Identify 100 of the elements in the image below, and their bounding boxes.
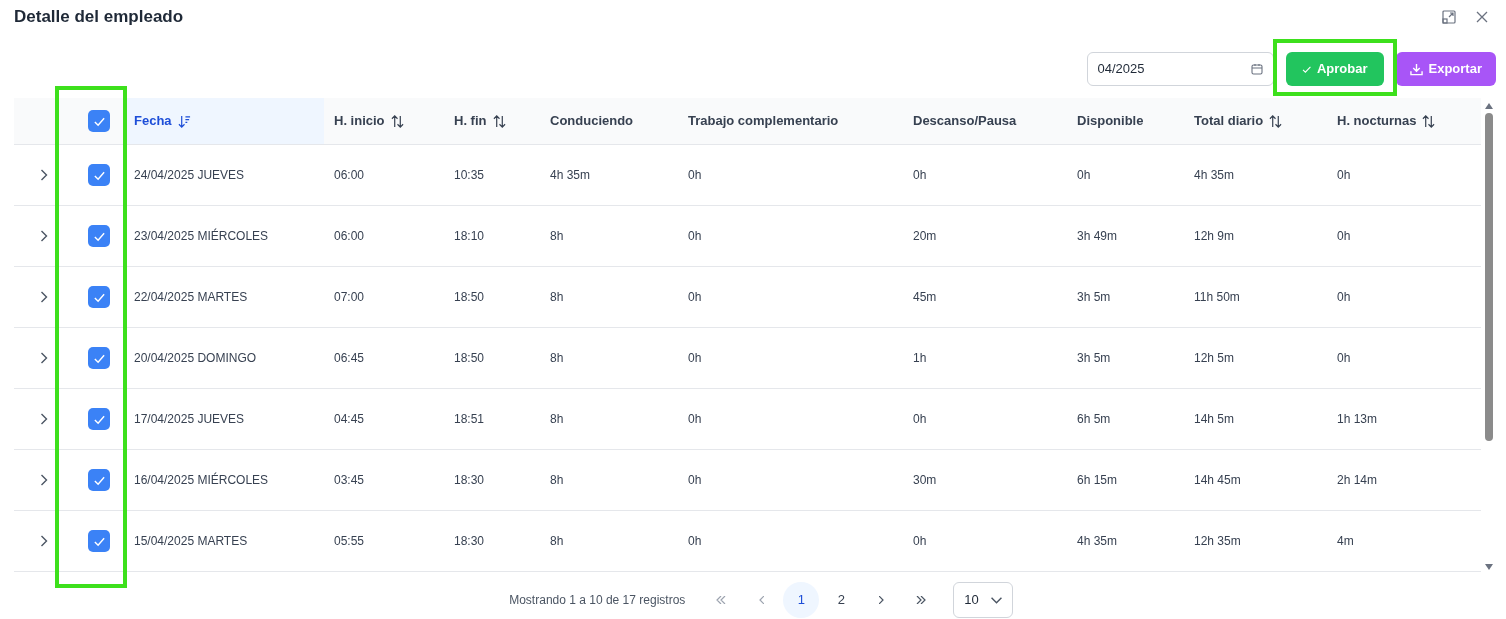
table-cell: 17/04/2025 JUEVES: [134, 412, 245, 426]
table-cell: 16/04/2025 MIÉRCOLES: [134, 473, 269, 487]
checkbox[interactable]: [88, 225, 110, 247]
double-chevron-left-icon: [716, 596, 727, 604]
table-cell: 6h 5m: [1077, 412, 1111, 426]
table-cell: 3h 5m: [1077, 351, 1111, 365]
scroll-up-icon[interactable]: [1485, 103, 1493, 109]
table-cell: 8h: [550, 229, 564, 243]
table-cell: 15/04/2025 MARTES: [134, 534, 248, 548]
table-cell: 0h: [1337, 351, 1351, 365]
table-cell: 8h: [550, 534, 564, 548]
table-cell: 14h 5m: [1194, 412, 1235, 426]
checkbox[interactable]: [88, 530, 110, 552]
chevron-left-icon: [758, 596, 764, 604]
column-header: Disponible: [1076, 112, 1145, 131]
column-header[interactable]: H. inicio: [324, 98, 444, 144]
table-cell: 30m: [913, 473, 937, 487]
table-cell: 3h 5m: [1077, 290, 1111, 304]
table-cell: 07:00: [334, 290, 365, 304]
chevron-right-icon[interactable]: [40, 413, 48, 425]
table-cell: 0h: [1337, 168, 1351, 182]
scroll-down-icon[interactable]: [1485, 564, 1493, 570]
column-header: Descanso/Pausa: [912, 112, 1018, 131]
sort-icon[interactable]: [492, 114, 506, 128]
table-cell: 8h: [550, 412, 564, 426]
table-cell: 0h: [688, 351, 702, 365]
table-cell: 1h 13m: [1337, 412, 1378, 426]
sort-descending-icon[interactable]: [177, 114, 191, 128]
chevron-right-icon[interactable]: [40, 169, 48, 181]
table-cell: 4h 35m: [1077, 534, 1118, 548]
column-header[interactable]: H. fin: [444, 98, 540, 144]
checkbox[interactable]: [88, 164, 110, 186]
table-cell: 0h: [688, 168, 702, 182]
double-chevron-right-icon: [916, 596, 927, 604]
chevron-right-icon[interactable]: [40, 535, 48, 547]
sort-icon[interactable]: [390, 114, 404, 128]
page-button[interactable]: 2: [823, 582, 860, 618]
table-cell: 14h 45m: [1194, 473, 1241, 487]
chevron-down-icon: [990, 596, 1002, 604]
table-cell: 18:51: [454, 412, 485, 426]
download-icon: [1409, 62, 1423, 76]
checkbox[interactable]: [88, 469, 110, 491]
table-cell: 12h 35m: [1194, 534, 1241, 548]
column-header: Conduciendo: [549, 112, 635, 131]
table-cell: 12h 9m: [1194, 229, 1235, 243]
table-cell: 18:50: [454, 290, 485, 304]
chevron-right-icon[interactable]: [40, 230, 48, 242]
calendar-icon[interactable]: [1250, 63, 1263, 75]
table-cell: 2h 14m: [1337, 473, 1378, 487]
export-button[interactable]: Exportar: [1395, 52, 1496, 86]
records-summary: Mostrando 1 a 10 de 17 registros: [509, 592, 686, 609]
chevron-right-icon[interactable]: [40, 352, 48, 364]
table-cell: 23/04/2025 MIÉRCOLES: [134, 229, 269, 243]
table-cell: 3h 49m: [1077, 229, 1118, 243]
table-cell: 0h: [688, 412, 702, 426]
table-cell: 20/04/2025 DOMINGO: [134, 351, 257, 365]
table-cell: 8h: [550, 351, 564, 365]
table-cell: 0h: [913, 534, 927, 548]
table-cell: 11h 50m: [1194, 290, 1240, 304]
column-header: Trabajo complementario: [687, 112, 840, 131]
chevron-right-icon[interactable]: [40, 474, 48, 486]
dialog-title: Detalle del empleado: [14, 6, 184, 29]
table-cell: 18:30: [454, 534, 485, 548]
column-header[interactable]: Fecha: [124, 98, 324, 144]
table-cell: 03:45: [334, 473, 365, 487]
table-cell: 06:00: [334, 229, 365, 243]
checkbox[interactable]: [88, 408, 110, 430]
table-cell: 22/04/2025 MARTES: [134, 290, 248, 304]
table-cell: 12h 5m: [1194, 351, 1235, 365]
checkbox[interactable]: [88, 347, 110, 369]
table-cell: 8h: [550, 473, 564, 487]
table-cell: 0h: [688, 229, 702, 243]
table-cell: 05:55: [334, 534, 365, 548]
sort-icon[interactable]: [1422, 114, 1436, 128]
table-cell: 20m: [913, 229, 937, 243]
table-cell: 8h: [550, 290, 564, 304]
table-cell: 24/04/2025 JUEVES: [134, 168, 245, 182]
table-cell: 0h: [1077, 168, 1091, 182]
table-cell: 18:30: [454, 473, 485, 487]
maximize-icon[interactable]: [1442, 10, 1456, 24]
table-cell: 04:45: [334, 412, 365, 426]
checkbox[interactable]: [88, 286, 110, 308]
chevron-right-icon[interactable]: [40, 291, 48, 303]
close-icon[interactable]: [1476, 11, 1488, 23]
page-size-select[interactable]: 10: [953, 582, 1013, 618]
table-cell: 4h 35m: [1194, 168, 1235, 182]
table-cell: 06:45: [334, 351, 365, 365]
table-cell: 06:00: [334, 168, 365, 182]
table-cell: 0h: [688, 290, 702, 304]
table-cell: 0h: [688, 473, 702, 487]
table-cell: 18:10: [454, 229, 485, 243]
column-header[interactable]: H. nocturnas: [1327, 98, 1481, 144]
table-cell: 6h 15m: [1077, 473, 1118, 487]
table-cell: 0h: [688, 534, 702, 548]
sort-icon[interactable]: [1269, 114, 1283, 128]
column-header[interactable]: Total diario: [1184, 98, 1327, 144]
table-cell: 4h 35m: [550, 168, 591, 182]
table-cell: 1h: [913, 351, 927, 365]
page-button[interactable]: 1: [783, 582, 820, 618]
checkbox[interactable]: [88, 110, 110, 132]
